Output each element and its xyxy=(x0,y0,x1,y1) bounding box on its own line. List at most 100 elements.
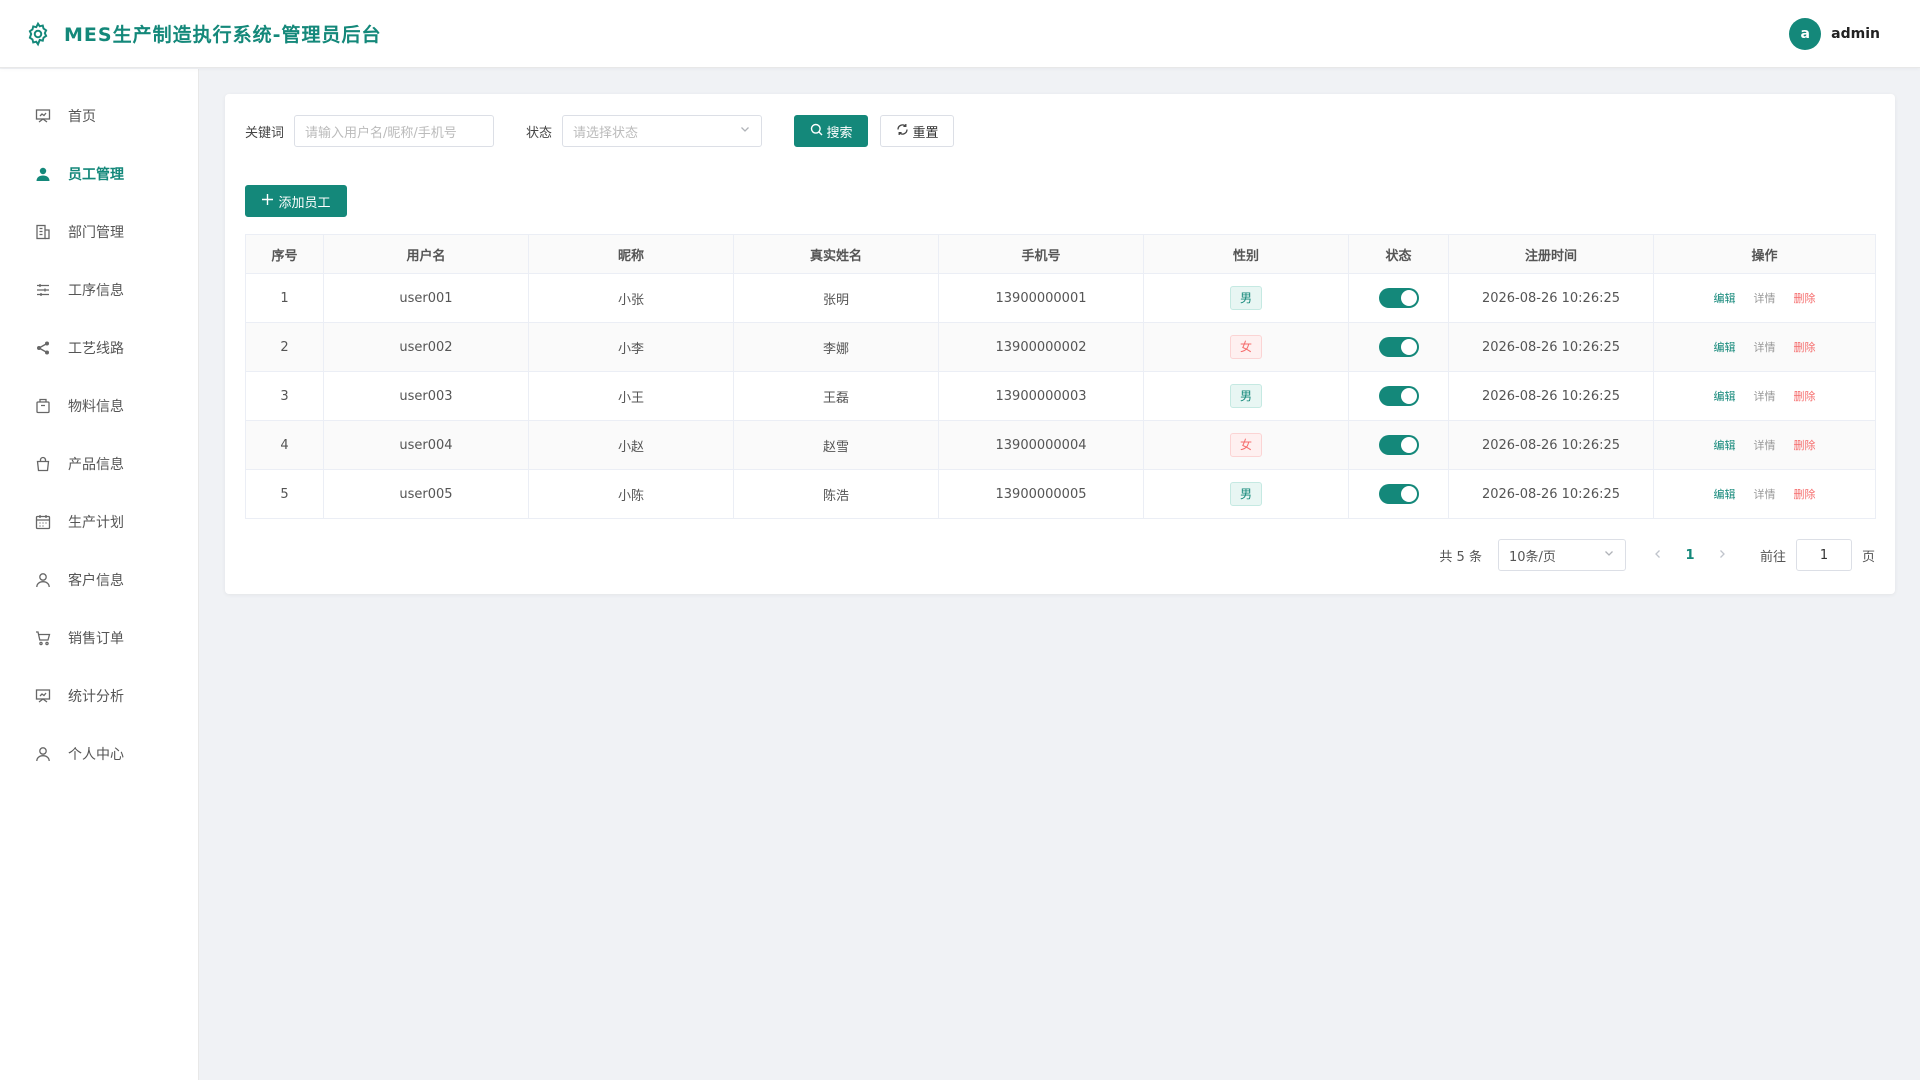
cell-gender: 女 xyxy=(1143,420,1349,470)
sidebar-item-routes[interactable]: 工艺线路 xyxy=(0,319,198,377)
cell-actions: 编辑 详情 删除 xyxy=(1653,273,1876,323)
table-row: 3 user003 小王 王磊 13900000003 男 2026-08-26… xyxy=(245,371,1876,421)
cell-gender: 女 xyxy=(1143,322,1349,372)
delete-link[interactable]: 删除 xyxy=(1794,341,1816,354)
edit-link[interactable]: 编辑 xyxy=(1714,341,1736,354)
cart-icon xyxy=(34,629,52,647)
status-toggle[interactable] xyxy=(1378,435,1419,455)
cell-gender: 男 xyxy=(1143,469,1349,519)
column-header: 操作 xyxy=(1653,234,1876,274)
column-header: 序号 xyxy=(245,234,324,274)
keyword-label: 关键词 xyxy=(245,125,285,141)
cell-index: 3 xyxy=(245,371,324,421)
cell-gender: 男 xyxy=(1143,273,1349,323)
status-label: 状态 xyxy=(526,125,553,141)
sidebar-item-plans[interactable]: 生产计划 xyxy=(0,493,198,551)
avatar[interactable]: a xyxy=(1789,17,1822,50)
username[interactable]: admin xyxy=(1831,26,1880,42)
cell-phone: 13900000001 xyxy=(938,273,1144,323)
refresh-icon xyxy=(896,123,909,140)
cell-actions: 编辑 详情 删除 xyxy=(1653,322,1876,372)
sidebar-item-home[interactable]: 首页 xyxy=(0,87,198,145)
cell-nickname: 小王 xyxy=(528,371,734,421)
detail-link[interactable]: 详情 xyxy=(1754,439,1776,452)
toggle-knob xyxy=(1400,339,1417,355)
detail-link[interactable]: 详情 xyxy=(1754,390,1776,403)
status-toggle[interactable] xyxy=(1378,386,1419,406)
status-select[interactable]: 请选择状态 xyxy=(562,115,763,147)
sidebar-item-statistics[interactable]: 统计分析 xyxy=(0,667,198,725)
cell-realname: 王磊 xyxy=(733,371,939,421)
detail-link[interactable]: 详情 xyxy=(1754,341,1776,354)
chevron-down-icon xyxy=(739,123,751,139)
user-menu[interactable]: a admin xyxy=(1789,17,1896,50)
delete-link[interactable]: 删除 xyxy=(1794,488,1816,501)
next-page-button[interactable] xyxy=(1706,548,1738,563)
column-header: 真实姓名 xyxy=(733,234,939,274)
cell-registered: 2026-08-26 10:26:25 xyxy=(1448,420,1654,470)
edit-link[interactable]: 编辑 xyxy=(1714,390,1736,403)
box-icon xyxy=(34,397,52,415)
employee-table: 序号 用户名 昵称 真实姓名 手机号 性别 状态 注册时间 操作 1 user0… xyxy=(245,234,1876,519)
page-number[interactable]: 1 xyxy=(1674,548,1706,563)
sidebar-item-label: 首页 xyxy=(68,109,96,125)
sidebar-item-products[interactable]: 产品信息 xyxy=(0,435,198,493)
sidebar-item-label: 统计分析 xyxy=(68,689,124,705)
add-employee-button[interactable]: 添加员工 xyxy=(245,185,347,217)
reset-button[interactable]: 重置 xyxy=(880,115,955,147)
sidebar: 首页 员工管理 部门管理 工序信息 工艺线路 物料信息 产品信息 生产计划 客户… xyxy=(0,69,199,1080)
edit-link[interactable]: 编辑 xyxy=(1714,439,1736,452)
prev-page-button[interactable] xyxy=(1642,548,1674,563)
search-button[interactable]: 搜索 xyxy=(794,115,869,147)
cell-nickname: 小陈 xyxy=(528,469,734,519)
cell-actions: 编辑 详情 删除 xyxy=(1653,371,1876,421)
sidebar-item-label: 物料信息 xyxy=(68,399,124,415)
chevron-down-icon xyxy=(1603,547,1615,563)
search-button-label: 搜索 xyxy=(826,125,853,141)
toggle-knob xyxy=(1400,437,1417,453)
status-toggle[interactable] xyxy=(1378,484,1419,504)
cell-phone: 13900000005 xyxy=(938,469,1144,519)
user-icon xyxy=(34,571,52,589)
detail-link[interactable]: 详情 xyxy=(1754,488,1776,501)
edit-link[interactable]: 编辑 xyxy=(1714,488,1736,501)
status-toggle[interactable] xyxy=(1378,288,1419,308)
cell-status xyxy=(1348,273,1449,323)
sidebar-item-label: 部门管理 xyxy=(68,225,124,241)
column-header: 注册时间 xyxy=(1448,234,1654,274)
sidebar-item-customers[interactable]: 客户信息 xyxy=(0,551,198,609)
sidebar-item-profile[interactable]: 个人中心 xyxy=(0,725,198,783)
sidebar-item-employees[interactable]: 员工管理 xyxy=(0,145,198,203)
sidebar-item-processes[interactable]: 工序信息 xyxy=(0,261,198,319)
column-header: 性别 xyxy=(1143,234,1349,274)
sidebar-item-materials[interactable]: 物料信息 xyxy=(0,377,198,435)
share-icon xyxy=(34,339,52,357)
sidebar-item-departments[interactable]: 部门管理 xyxy=(0,203,198,261)
delete-link[interactable]: 删除 xyxy=(1794,390,1816,403)
table-toolbar: 添加员工 xyxy=(245,185,1875,217)
edit-link[interactable]: 编辑 xyxy=(1714,292,1736,305)
sidebar-item-label: 个人中心 xyxy=(68,747,124,763)
sidebar-item-orders[interactable]: 销售订单 xyxy=(0,609,198,667)
bag-icon xyxy=(34,455,52,473)
cell-nickname: 小张 xyxy=(528,273,734,323)
total-count: 共 5 条 xyxy=(1439,549,1482,565)
sidebar-item-label: 客户信息 xyxy=(68,573,124,589)
sliders-icon xyxy=(34,281,52,299)
dashboard-icon xyxy=(34,107,52,125)
detail-link[interactable]: 详情 xyxy=(1754,292,1776,305)
gender-tag: 男 xyxy=(1230,482,1262,506)
cell-index: 4 xyxy=(245,420,324,470)
goto-page-input[interactable]: 1 xyxy=(1795,539,1852,571)
gender-tag: 女 xyxy=(1230,335,1262,359)
goto-page-value: 1 xyxy=(1819,547,1829,563)
table-row: 1 user001 小张 张明 13900000001 男 2026-08-26… xyxy=(245,273,1876,323)
delete-link[interactable]: 删除 xyxy=(1794,439,1816,452)
status-toggle[interactable] xyxy=(1378,337,1419,357)
top-header: MES生产制造执行系统-管理员后台 a admin xyxy=(0,0,1920,68)
delete-link[interactable]: 删除 xyxy=(1794,292,1816,305)
page-size-select[interactable]: 10条/页 xyxy=(1497,539,1626,571)
employee-list-card: 关键词 请输入用户名/昵称/手机号 状态 请选择状态 搜索 重置 添加员工 序号… xyxy=(225,94,1895,594)
calendar-icon xyxy=(34,513,52,531)
keyword-input[interactable]: 请输入用户名/昵称/手机号 xyxy=(294,115,495,147)
